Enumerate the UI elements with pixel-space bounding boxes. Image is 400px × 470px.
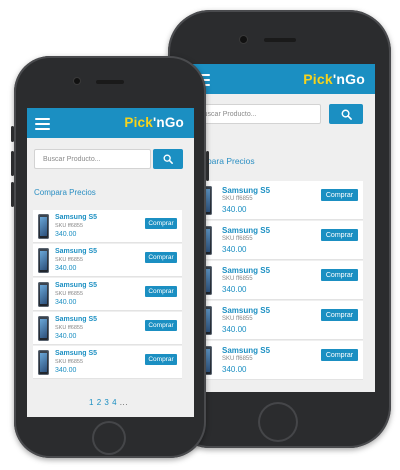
front-phone-home-button [92,421,126,455]
list-item[interactable]: Samsung S5 SKU ff6855 340.00 Comprar [33,346,182,379]
front-phone-mute-switch [11,126,14,142]
product-name: Samsung S5 [222,226,271,235]
back-phone-home-button [258,402,298,442]
product-price: 340.00 [222,285,247,294]
front-phone-screen: Pick'nGo Buscar Producto... Compara Prec… [27,108,194,417]
phone-thumbnail [38,282,49,307]
section-title: Compara Precios [34,188,96,197]
product-name: Samsung S5 [55,282,98,289]
product-name: Samsung S5 [55,350,98,357]
buy-button[interactable]: Comprar [321,269,358,281]
list-item[interactable]: Samsung S5 SKU ff6855 340.00 Comprar [33,244,182,277]
product-price: 340.00 [55,333,77,340]
product-price: 340.00 [55,265,77,272]
phone-thumbnail [38,316,49,341]
back-phone-screen: Pick'nGo Buscar Producto... Compara Prec… [184,64,375,392]
search-button[interactable] [153,149,183,169]
hamburger-menu-icon[interactable] [35,118,50,133]
buy-button[interactable]: Comprar [145,218,177,229]
front-phone-power-button [206,151,209,181]
search-input[interactable]: Buscar Producto... [190,104,321,124]
list-item[interactable]: Samsung S5 SKU ff6855 340.00 Comprar [196,301,363,340]
product-sku: SKU ff6855 [222,196,253,202]
app-logo: Pick'nGo [124,115,184,130]
list-item[interactable]: Samsung S5 SKU ff6855 340.00 Comprar [33,210,182,243]
app-header: Pick'nGo [184,64,375,94]
product-sku: SKU ff6855 [55,291,84,297]
pagination: 1 2 3 4 ... [89,398,128,407]
list-item[interactable]: Samsung S5 SKU ff6855 340.00 Comprar [33,278,182,311]
buy-button[interactable]: Comprar [321,189,358,201]
list-item[interactable]: Samsung S5 SKU ff6855 340.00 Comprar [196,221,363,260]
app-header: Pick'nGo [27,108,194,138]
product-name: Samsung S5 [222,266,271,275]
app-logo: Pick'nGo [303,71,365,87]
page-link-1[interactable]: 1 [89,398,94,407]
product-price: 340.00 [55,231,77,238]
product-list: Samsung S5 SKU ff6855 340.00 Comprar Sam… [33,210,182,379]
front-phone-frame: Pick'nGo Buscar Producto... Compara Prec… [11,56,209,458]
phone-thumbnail [38,350,49,375]
buy-button[interactable]: Comprar [145,320,177,331]
list-item[interactable]: Samsung S5 SKU ff6855 340.00 Comprar [196,181,363,220]
buy-button[interactable]: Comprar [321,349,358,361]
product-price: 340.00 [55,299,77,306]
search-icon [163,154,173,164]
buy-button[interactable]: Comprar [145,286,177,297]
product-sku: SKU ff6855 [55,325,84,331]
back-phone-speaker [264,38,296,42]
buy-button[interactable]: Comprar [145,354,177,365]
front-phone-volume-up [11,151,14,176]
page-link-2[interactable]: 2 [97,398,102,407]
product-sku: SKU ff6855 [222,316,253,322]
page-ellipsis: ... [119,398,128,407]
phone-thumbnail [38,214,49,239]
list-item[interactable]: Samsung S5 SKU ff6855 340.00 Comprar [33,312,182,345]
product-price: 340.00 [222,325,247,334]
front-phone-speaker [96,80,124,84]
product-price: 340.00 [222,205,247,214]
product-sku: SKU ff6855 [55,257,84,263]
product-sku: SKU ff6855 [55,223,84,229]
list-item[interactable]: Samsung S5 SKU ff6855 340.00 Comprar [196,341,363,380]
product-price: 340.00 [55,367,77,374]
front-phone-volume-down [11,182,14,207]
product-sku: SKU ff6855 [222,276,253,282]
back-phone-camera [240,36,247,43]
buy-button[interactable]: Comprar [145,252,177,263]
buy-button[interactable]: Comprar [321,229,358,241]
product-price: 340.00 [222,245,247,254]
product-name: Samsung S5 [55,248,98,255]
product-list: Samsung S5 SKU ff6855 340.00 Comprar Sam… [196,181,363,380]
search-input[interactable]: Buscar Producto... [34,149,151,169]
product-sku: SKU ff6855 [222,356,253,362]
page-link-3[interactable]: 3 [104,398,109,407]
product-sku: SKU ff6855 [222,236,253,242]
phone-thumbnail [38,248,49,273]
page-link-4[interactable]: 4 [112,398,117,407]
product-name: Samsung S5 [55,316,98,323]
buy-button[interactable]: Comprar [321,309,358,321]
product-name: Samsung S5 [222,306,271,315]
product-name: Samsung S5 [222,186,271,195]
search-button[interactable] [329,104,363,124]
product-name: Samsung S5 [55,214,98,221]
list-item[interactable]: Samsung S5 SKU ff6855 340.00 Comprar [196,261,363,300]
product-name: Samsung S5 [222,346,271,355]
product-price: 340.00 [222,365,247,374]
front-phone-camera [74,78,80,84]
search-icon [341,109,352,120]
product-sku: SKU ff6855 [55,359,84,365]
